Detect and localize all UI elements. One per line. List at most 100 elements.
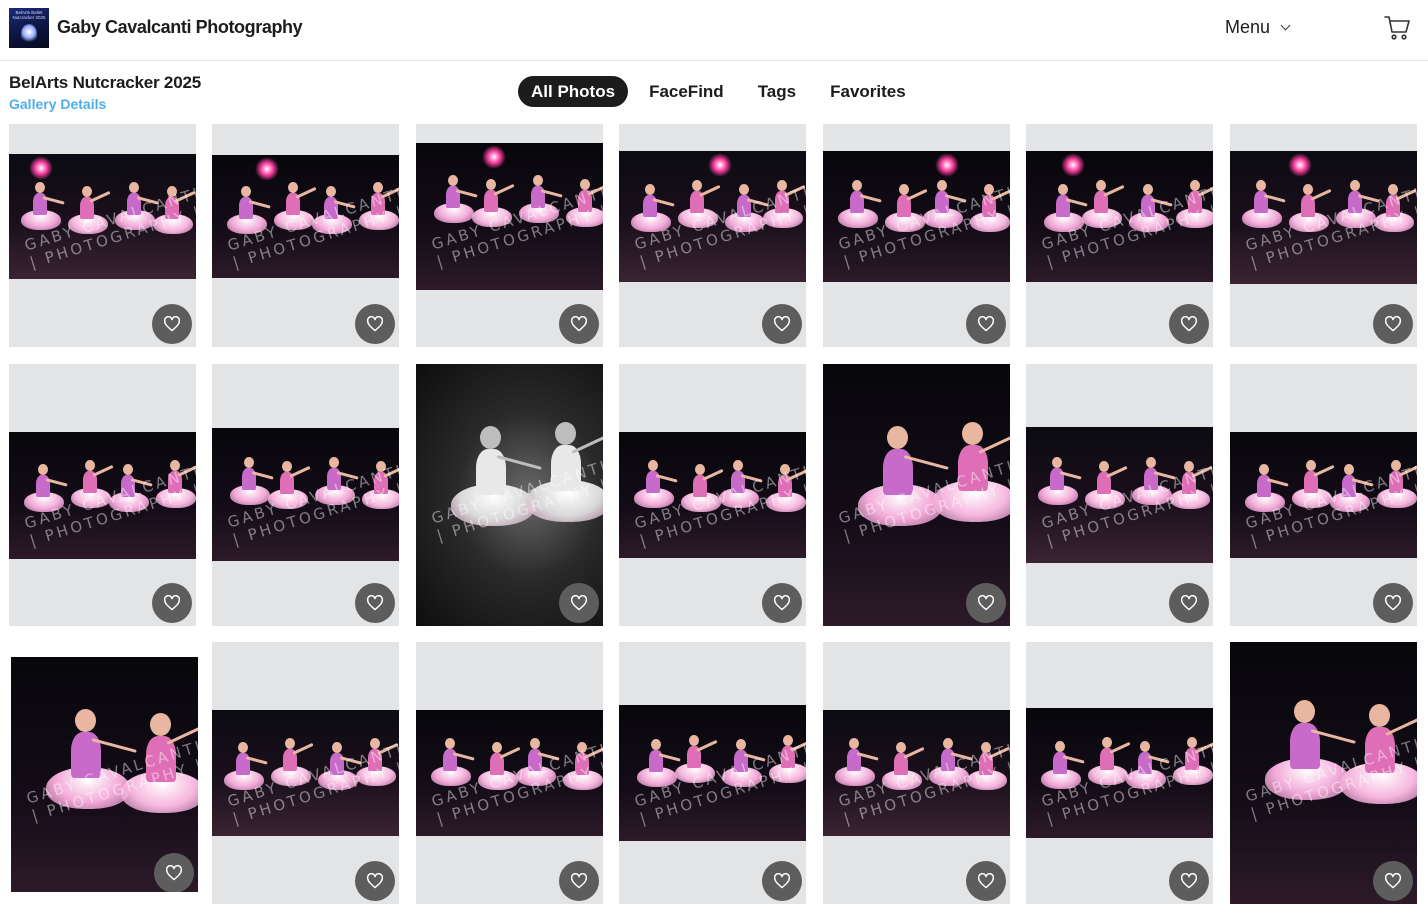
photo-card[interactable]: GABY CAVALCANTI | PHOTOGRAPHY | xyxy=(619,364,806,626)
heart-icon xyxy=(165,865,183,881)
photo-card[interactable]: GABY CAVALCANTI | PHOTOGRAPHY | xyxy=(1026,364,1213,626)
gallery-photo[interactable]: GABY CAVALCANTI | PHOTOGRAPHY | xyxy=(212,155,399,278)
favorite-button[interactable] xyxy=(152,304,192,344)
photo-card[interactable]: GABY CAVALCANTI | PHOTOGRAPHY | xyxy=(823,364,1010,626)
heart-icon xyxy=(1180,873,1198,889)
favorite-button[interactable] xyxy=(154,853,194,892)
dancer-figure xyxy=(1173,736,1213,835)
favorite-button[interactable] xyxy=(966,304,1006,344)
photo-card[interactable]: GABY CAVALCANTI | PHOTOGRAPHY | xyxy=(212,642,399,904)
gallery-photo[interactable]: GABY CAVALCANTI | PHOTOGRAPHY | xyxy=(823,710,1010,836)
heart-icon xyxy=(570,595,588,611)
gallery-photo[interactable]: GABY CAVALCANTI | PHOTOGRAPHY | xyxy=(416,710,603,836)
photo-card[interactable]: GABY CAVALCANTI | PHOTOGRAPHY | xyxy=(619,642,806,904)
dancer-figure xyxy=(268,461,311,561)
dancer-figure xyxy=(566,179,603,289)
favorite-button[interactable] xyxy=(1169,304,1209,344)
site-logo[interactable]: BelArts Ballet Nutcracker 2025 xyxy=(9,8,49,48)
photo-card[interactable]: GABY CAVALCANTI | PHOTOGRAPHY | xyxy=(823,642,1010,904)
gallery-details-link[interactable]: Gallery Details xyxy=(9,96,106,112)
gallery-photo[interactable]: GABY CAVALCANTI | PHOTOGRAPHY | xyxy=(1230,432,1417,558)
dancer-figure xyxy=(271,737,314,833)
tab-favorites[interactable]: Favorites xyxy=(817,76,919,107)
dancer-figure xyxy=(885,183,928,282)
photo-card[interactable]: GABY CAVALCANTI | PHOTOGRAPHY | xyxy=(9,364,196,626)
gallery-photo[interactable]: GABY CAVALCANTI | PHOTOGRAPHY | xyxy=(9,154,196,279)
dancer-figure xyxy=(230,457,274,557)
dancer-figure xyxy=(1336,180,1380,280)
dancer-figure xyxy=(722,738,766,841)
photo-card[interactable]: GABY CAVALCANTI | PHOTOGRAPHY | xyxy=(1026,642,1213,904)
heart-icon xyxy=(570,873,588,889)
favorite-button[interactable] xyxy=(762,304,802,344)
photo-card[interactable]: GABY CAVALCANTI | PHOTOGRAPHY | xyxy=(11,657,198,892)
photo-card[interactable]: GABY CAVALCANTI | PHOTOGRAPHY | xyxy=(416,364,603,626)
photo-card[interactable]: GABY CAVALCANTI | PHOTOGRAPHY | xyxy=(1026,124,1213,347)
favorite-button[interactable] xyxy=(1373,861,1413,901)
heart-icon xyxy=(163,316,181,332)
gallery-photo[interactable]: GABY CAVALCANTI | PHOTOGRAPHY | xyxy=(1026,708,1213,838)
heart-icon xyxy=(366,595,384,611)
dancer-figure xyxy=(1041,740,1085,838)
favorite-button[interactable] xyxy=(559,861,599,901)
photo-card[interactable]: GABY CAVALCANTI | PHOTOGRAPHY | xyxy=(1230,642,1417,904)
gallery-photo[interactable]: GABY CAVALCANTI | PHOTOGRAPHY | xyxy=(619,705,806,841)
favorite-button[interactable] xyxy=(1169,861,1209,901)
photo-card[interactable]: GABY CAVALCANTI | PHOTOGRAPHY | xyxy=(416,124,603,347)
dancer-figure xyxy=(719,459,763,555)
photo-card[interactable]: GABY CAVALCANTI | PHOTOGRAPHY | xyxy=(823,124,1010,347)
photo-card[interactable]: GABY CAVALCANTI | PHOTOGRAPHY | xyxy=(619,124,806,347)
photo-card[interactable]: GABY CAVALCANTI | PHOTOGRAPHY | xyxy=(1230,364,1417,626)
gallery-photo[interactable]: GABY CAVALCANTI | PHOTOGRAPHY | xyxy=(1230,151,1417,284)
gallery-photo[interactable]: GABY CAVALCANTI | PHOTOGRAPHY | xyxy=(619,151,806,282)
dancer-figure xyxy=(359,182,399,274)
favorite-button[interactable] xyxy=(559,304,599,344)
chevron-down-icon xyxy=(1280,20,1291,31)
dancer-figure xyxy=(1330,463,1374,558)
favorite-button[interactable] xyxy=(762,861,802,901)
stage-light xyxy=(1288,153,1312,177)
gallery-photo[interactable]: GABY CAVALCANTI | PHOTOGRAPHY | xyxy=(9,432,196,559)
gallery-photo[interactable]: GABY CAVALCANTI | PHOTOGRAPHY | xyxy=(823,151,1010,282)
favorite-button[interactable] xyxy=(559,583,599,623)
dancer-figure xyxy=(1038,456,1082,559)
favorite-button[interactable] xyxy=(1169,583,1209,623)
gallery-photo[interactable]: GABY CAVALCANTI | PHOTOGRAPHY | xyxy=(212,710,399,836)
favorite-button[interactable] xyxy=(1373,304,1413,344)
menu-button[interactable]: Menu xyxy=(1225,17,1291,38)
gallery-photo[interactable]: GABY CAVALCANTI | PHOTOGRAPHY | xyxy=(1026,151,1213,282)
photo-card[interactable]: GABY CAVALCANTI | PHOTOGRAPHY | xyxy=(416,642,603,904)
favorite-button[interactable] xyxy=(355,861,395,901)
photo-card[interactable]: GABY CAVALCANTI | PHOTOGRAPHY | xyxy=(1230,124,1417,347)
dancer-figure xyxy=(478,741,521,836)
photo-card[interactable]: GABY CAVALCANTI | PHOTOGRAPHY | xyxy=(212,124,399,347)
dancer-figure xyxy=(153,185,196,280)
dancer-figure xyxy=(318,741,362,836)
dancer-figure xyxy=(115,181,159,276)
gallery-photo[interactable]: GABY CAVALCANTI | PHOTOGRAPHY | xyxy=(619,432,806,558)
tab-facefind[interactable]: FaceFind xyxy=(636,76,737,107)
favorite-button[interactable] xyxy=(762,583,802,623)
photo-card[interactable]: GABY CAVALCANTI | PHOTOGRAPHY | xyxy=(212,364,399,626)
favorite-button[interactable] xyxy=(152,583,192,623)
dancer-figure xyxy=(634,459,678,555)
heart-icon xyxy=(977,873,995,889)
heart-icon xyxy=(1384,595,1402,611)
gallery-photo[interactable]: GABY CAVALCANTI | PHOTOGRAPHY | xyxy=(1026,427,1213,563)
favorite-button[interactable] xyxy=(966,861,1006,901)
tab-all-photos[interactable]: All Photos xyxy=(518,76,629,107)
favorite-button[interactable] xyxy=(1373,583,1413,623)
favorite-button[interactable] xyxy=(355,304,395,344)
dancer-figure xyxy=(858,425,950,623)
dancer-figure xyxy=(315,457,359,557)
tab-tags[interactable]: Tags xyxy=(745,76,809,107)
stage-light xyxy=(935,153,959,177)
gallery-photo[interactable]: GABY CAVALCANTI | PHOTOGRAPHY | xyxy=(212,428,399,561)
cart-button[interactable] xyxy=(1383,14,1411,42)
gallery-photo[interactable]: GABY CAVALCANTI | PHOTOGRAPHY | xyxy=(416,143,603,290)
favorite-button[interactable] xyxy=(966,583,1006,623)
site-title[interactable]: Gaby Cavalcanti Photography xyxy=(57,17,303,38)
dancer-figure xyxy=(967,741,1010,836)
photo-card[interactable]: GABY CAVALCANTI | PHOTOGRAPHY | xyxy=(9,124,196,347)
favorite-button[interactable] xyxy=(355,583,395,623)
